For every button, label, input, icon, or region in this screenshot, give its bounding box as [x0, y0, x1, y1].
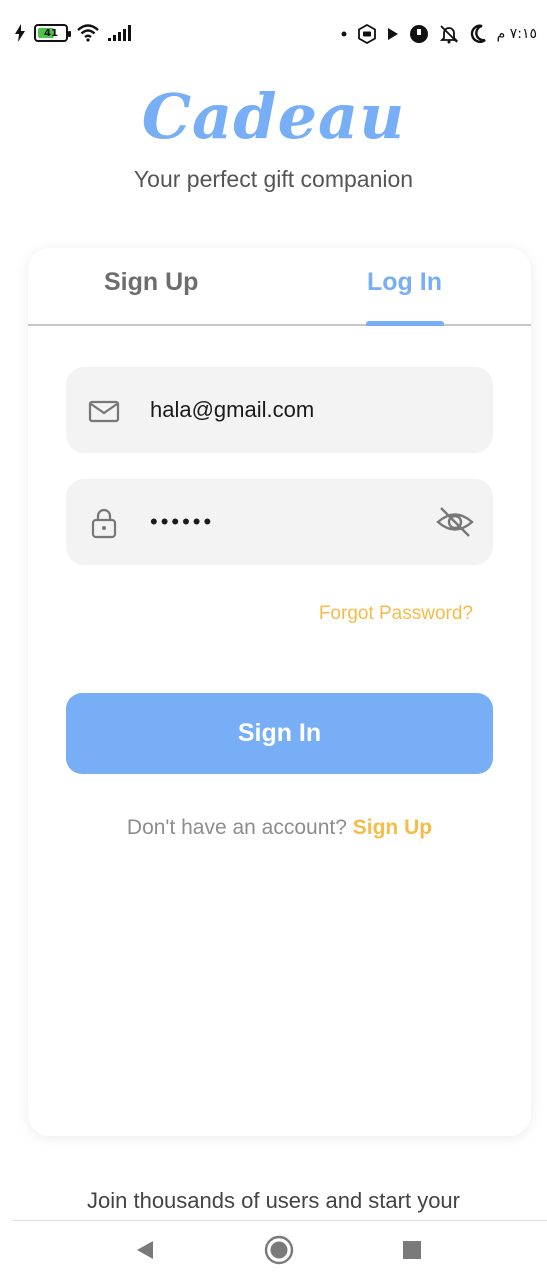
bell-off-icon: [439, 25, 458, 44]
battery-level: 41: [44, 27, 58, 39]
status-right: ٧:١٥ م: [341, 24, 537, 44]
status-bar: 41 ٧:١٥ م: [0, 0, 547, 70]
email-input[interactable]: [150, 389, 430, 431]
battery-icon: 41: [34, 24, 71, 42]
active-tab-indicator: [366, 321, 444, 326]
auth-tabs: Sign Up Log In: [28, 248, 531, 326]
sign-in-button[interactable]: Sign In: [66, 693, 493, 774]
sign-up-link[interactable]: Sign Up: [353, 816, 432, 839]
app-logo: Cadeau: [141, 80, 406, 153]
lock-icon: [91, 508, 117, 539]
signup-prompt: Don't have an account? Sign Up: [28, 816, 531, 840]
email-field[interactable]: [66, 367, 493, 453]
dot-icon: [341, 31, 347, 37]
back-icon[interactable]: [134, 1239, 156, 1261]
app-tagline: Your perfect gift companion: [133, 166, 414, 192]
status-left: 41: [14, 24, 132, 42]
circle-app-icon: [409, 25, 428, 43]
signal-icon: [108, 25, 131, 41]
mi-icon: [357, 24, 376, 44]
navigation-bar: [12, 1220, 547, 1274]
password-field[interactable]: [66, 479, 493, 565]
eye-off-icon[interactable]: [435, 505, 475, 539]
recents-icon[interactable]: [403, 1241, 421, 1259]
auth-card: Sign Up Log In Forgot Passw: [28, 248, 531, 1136]
no-account-text: Don't have an account?: [126, 816, 347, 839]
tab-log-in[interactable]: Log In: [367, 268, 442, 297]
status-time: ٧:١٥ م: [496, 26, 537, 42]
charging-icon: [15, 24, 25, 42]
tab-sign-up[interactable]: Sign Up: [104, 268, 198, 297]
home-icon[interactable]: [264, 1235, 294, 1265]
join-text: Join thousands of users and start your: [87, 1188, 460, 1213]
mail-icon: [88, 400, 120, 423]
password-input[interactable]: [150, 501, 430, 543]
login-screen: 41 ٧:١٥ م Cadeau Your perfect gift compa…: [0, 0, 547, 1274]
forgot-password-link[interactable]: Forgot Password?: [319, 603, 473, 625]
play-icon: [387, 28, 398, 40]
moon-icon: [470, 24, 486, 43]
wifi-icon: [77, 24, 99, 42]
